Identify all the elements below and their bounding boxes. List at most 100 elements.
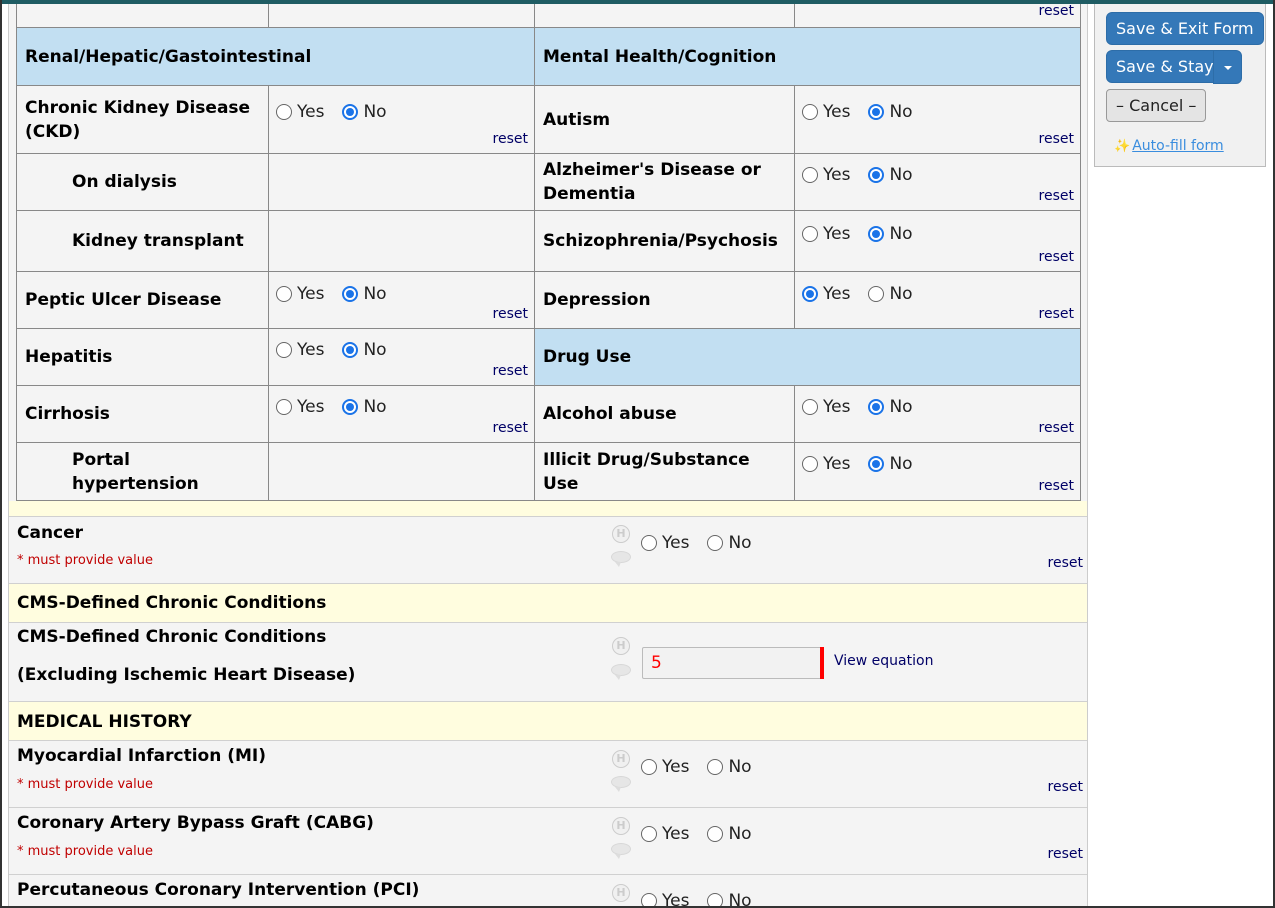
illicit-drug-options: Yes No reset (794, 442, 1081, 501)
history-icon[interactable]: H (612, 637, 630, 655)
depression-no[interactable]: No (868, 284, 913, 304)
depression-yes[interactable]: Yes (802, 284, 850, 304)
autism-no[interactable]: No (868, 102, 913, 122)
cancer-no[interactable]: No (707, 533, 752, 553)
radio-button-selected[interactable] (868, 167, 885, 183)
schizophrenia-no[interactable]: No (868, 224, 913, 244)
magic-wand-icon: ✨ (1114, 139, 1131, 154)
comment-icon[interactable] (611, 664, 631, 680)
radio-button[interactable] (276, 399, 292, 415)
radio-button-selected[interactable] (868, 104, 885, 120)
radio-button[interactable] (707, 535, 724, 551)
alcohol-abuse-options: Yes No reset (794, 385, 1081, 443)
save-stay-button[interactable]: Save & Stay (1106, 50, 1224, 83)
radio-button[interactable] (802, 456, 818, 472)
alzheimers-yes[interactable]: Yes (802, 165, 850, 185)
mi-no[interactable]: No (707, 757, 752, 777)
schizophrenia-reset-link[interactable]: reset (1039, 249, 1074, 265)
radio-button-selected[interactable] (868, 399, 885, 415)
hepatitis-no[interactable]: No (342, 340, 387, 360)
history-icon[interactable]: H (612, 817, 630, 835)
cirrhosis-yes[interactable]: Yes (276, 397, 324, 417)
ckd-reset-link[interactable]: reset (493, 131, 528, 147)
cms-calc-value-field[interactable]: 5 (642, 647, 822, 679)
radio-button-selected[interactable] (802, 286, 818, 302)
alzheimers-reset-link[interactable]: reset (1039, 188, 1074, 204)
schizophrenia-yes[interactable]: Yes (802, 224, 850, 244)
save-exit-button[interactable]: Save & Exit Form (1106, 12, 1264, 45)
section-spacer (9, 501, 1087, 517)
required-note: * must provide value (17, 777, 153, 792)
radio-button[interactable] (707, 759, 724, 775)
illicit-drug-no[interactable]: No (868, 454, 913, 474)
radio-button[interactable] (802, 399, 818, 415)
radio-button[interactable] (868, 286, 885, 302)
matrix-row: Hepatitis Yes No reset Drug Use (16, 328, 1081, 386)
radio-button[interactable] (276, 342, 292, 358)
radio-button[interactable] (802, 167, 818, 183)
alcohol-abuse-reset-link[interactable]: reset (1039, 420, 1074, 436)
mi-reset-link[interactable]: reset (1048, 779, 1083, 795)
radio-button-selected[interactable] (342, 286, 359, 302)
history-icon[interactable]: H (612, 884, 630, 902)
renal-hepatic-header: Renal/Hepatic/Gastointestinal (16, 27, 535, 86)
radio-button[interactable] (276, 104, 292, 120)
hepatitis-yes[interactable]: Yes (276, 340, 324, 360)
ckd-no[interactable]: No (342, 102, 387, 122)
illicit-drug-reset-link[interactable]: reset (1039, 478, 1074, 494)
peptic-ulcer-no[interactable]: No (342, 284, 387, 304)
cabg-reset-link[interactable]: reset (1048, 846, 1083, 862)
mi-yes[interactable]: Yes (641, 757, 689, 777)
cancel-button[interactable]: – Cancel – (1106, 89, 1207, 122)
radio-button[interactable] (802, 226, 818, 242)
cirrhosis-no[interactable]: No (342, 397, 387, 417)
cabg-yes[interactable]: Yes (641, 824, 689, 844)
ckd-label: Chronic Kidney Disease (CKD) (16, 85, 269, 154)
radio-button-selected[interactable] (868, 456, 885, 472)
radio-button-selected[interactable] (868, 226, 885, 242)
radio-button[interactable] (276, 286, 292, 302)
radio-button-selected[interactable] (342, 399, 359, 415)
history-icon[interactable]: H (612, 750, 630, 768)
alcohol-abuse-no[interactable]: No (868, 397, 913, 417)
field-row-cms-calc: CMS-Defined Chronic Conditions (Excludin… (9, 622, 1087, 701)
comment-icon[interactable] (611, 843, 631, 859)
radio-button[interactable] (641, 759, 657, 775)
radio-button[interactable] (641, 826, 657, 842)
history-icon[interactable]: H (612, 525, 630, 543)
view-equation-link[interactable]: View equation (834, 653, 933, 669)
ckd-yes[interactable]: Yes (276, 102, 324, 122)
reset-link[interactable]: reset (1039, 3, 1074, 19)
required-note: * must provide value (17, 844, 153, 859)
cabg-no[interactable]: No (707, 824, 752, 844)
autism-reset-link[interactable]: reset (1039, 131, 1074, 147)
radio-button[interactable] (641, 535, 657, 551)
cms-section-title: CMS-Defined Chronic Conditions (17, 593, 327, 613)
matrix-row-previous: reset (16, 0, 1081, 28)
cancer-label: Cancer (17, 523, 84, 543)
cirrhosis-reset-link[interactable]: reset (493, 420, 528, 436)
dialysis-empty-cell (268, 153, 535, 211)
comment-icon[interactable] (611, 551, 631, 567)
cancer-reset-link[interactable]: reset (1048, 555, 1083, 571)
comment-icon[interactable] (611, 776, 631, 792)
peptic-ulcer-yes[interactable]: Yes (276, 284, 324, 304)
illicit-drug-yes[interactable]: Yes (802, 454, 850, 474)
autism-yes[interactable]: Yes (802, 102, 850, 122)
peptic-ulcer-reset-link[interactable]: reset (493, 306, 528, 322)
matrix-row: Chronic Kidney Disease (CKD) Yes No rese… (16, 85, 1081, 154)
alzheimers-options: Yes No reset (794, 153, 1081, 211)
hepatitis-reset-link[interactable]: reset (493, 363, 528, 379)
radio-button[interactable] (802, 104, 818, 120)
alcohol-abuse-yes[interactable]: Yes (802, 397, 850, 417)
radio-button-selected[interactable] (342, 342, 359, 358)
autism-options: Yes No reset (794, 85, 1081, 154)
radio-button-selected[interactable] (342, 104, 359, 120)
cancer-yes[interactable]: Yes (641, 533, 689, 553)
radio-button[interactable] (707, 826, 724, 842)
alzheimers-no[interactable]: No (868, 165, 913, 185)
matrix-cell (16, 0, 269, 28)
autofill-link[interactable]: ✨ Auto-fill form (1114, 138, 1224, 154)
depression-reset-link[interactable]: reset (1039, 306, 1074, 322)
save-options-dropdown-caret-icon[interactable] (1213, 50, 1242, 84)
